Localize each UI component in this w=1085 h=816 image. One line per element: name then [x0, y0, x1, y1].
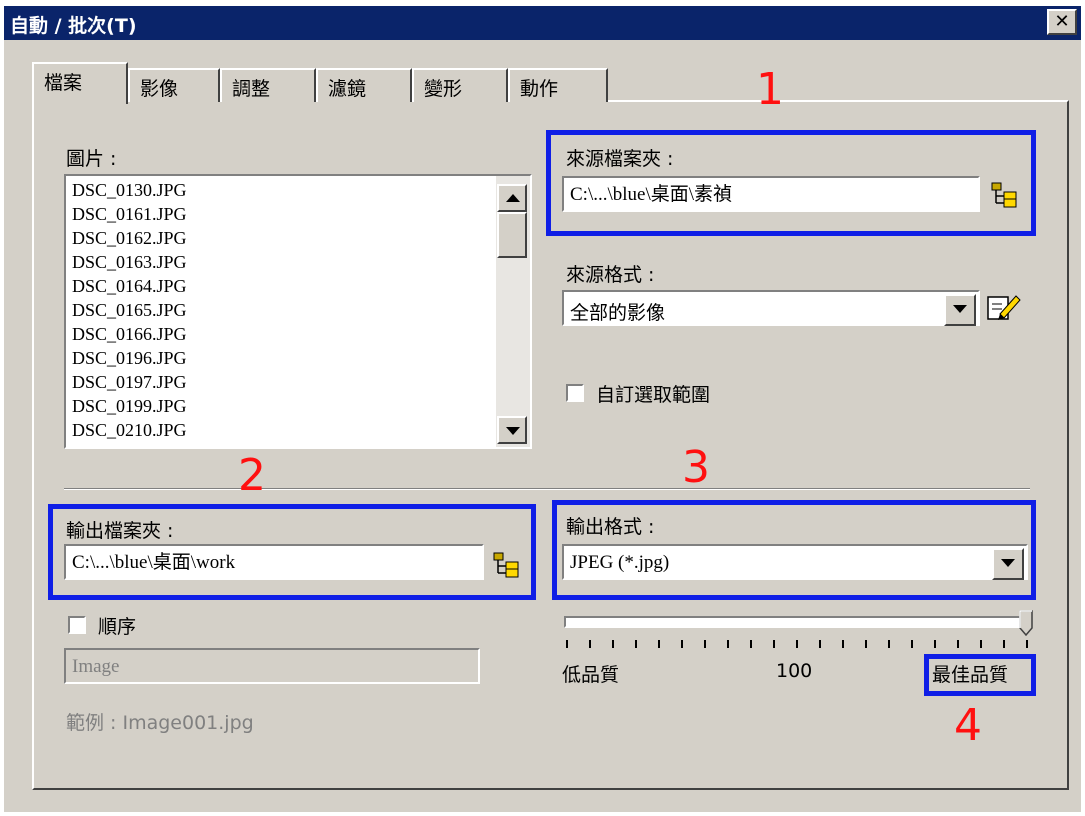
- highlight-box-source-folder: [546, 130, 1036, 236]
- source-format-label: 來源格式 :: [566, 264, 655, 286]
- list-item[interactable]: DSC_0164.JPG: [72, 276, 187, 296]
- tab-image[interactable]: 影像: [128, 68, 220, 102]
- slider-tick: [911, 640, 913, 648]
- output-format-label: 輸出格式 :: [566, 516, 655, 538]
- annotation-number-1: 1: [756, 64, 784, 115]
- list-item[interactable]: DSC_0197.JPG: [72, 372, 187, 392]
- output-format-value: JPEG (*.jpg): [570, 552, 670, 573]
- list-item[interactable]: DSC_0196.JPG: [72, 348, 187, 368]
- slider-tick: [1026, 640, 1028, 648]
- slider-tick: [980, 640, 982, 648]
- slider-tick: [727, 640, 729, 648]
- source-format-dropdown-button[interactable]: [944, 294, 976, 326]
- quality-value: 100: [776, 660, 813, 682]
- source-format-value: 全部的影像: [570, 302, 666, 324]
- highlight-box-best-quality: [924, 654, 1036, 696]
- tab-transform[interactable]: 變形: [412, 68, 508, 102]
- edit-format-icon[interactable]: [986, 292, 1022, 322]
- tab-action[interactable]: 動作: [508, 68, 608, 102]
- slider-tick: [796, 640, 798, 648]
- slider-tick: [865, 640, 867, 648]
- dialog-window: 自動 / 批次(T) ✕ 檔案 影像 調整 濾鏡 變形 動作 圖片 : DSC_…: [0, 0, 1085, 816]
- source-format-select[interactable]: 全部的影像: [562, 290, 980, 326]
- arrow-up-icon: [506, 194, 520, 202]
- output-folder-label: 輸出檔案夾 :: [66, 520, 174, 542]
- window-title: 自動 / 批次(T): [10, 15, 137, 37]
- slider-tick: [612, 640, 614, 648]
- list-item[interactable]: DSC_0162.JPG: [72, 228, 187, 248]
- slider-tick: [704, 640, 706, 648]
- slider-tick: [589, 640, 591, 648]
- list-item[interactable]: DSC_0165.JPG: [72, 300, 187, 320]
- scroll-up-button[interactable]: [497, 184, 527, 212]
- slider-tick: [750, 640, 752, 648]
- output-format-dropdown-button[interactable]: [992, 548, 1024, 580]
- output-folder-input[interactable]: C:\...\blue\桌面\work: [64, 544, 484, 580]
- chevron-down-icon: [953, 305, 967, 313]
- annotation-number-4: 4: [954, 700, 982, 751]
- slider-tick: [773, 640, 775, 648]
- filename-example: 範例 : Image001.jpg: [66, 712, 254, 734]
- close-button[interactable]: ✕: [1047, 9, 1077, 35]
- arrow-down-icon: [506, 427, 520, 435]
- slider-tick: [888, 640, 890, 648]
- sequence-label: 順序: [98, 616, 137, 638]
- slider-tick: [658, 640, 660, 648]
- list-item[interactable]: DSC_0210.JPG: [72, 420, 187, 440]
- sequence-checkbox[interactable]: [68, 616, 86, 634]
- filename-prefix-input[interactable]: Image: [64, 648, 480, 684]
- quality-slider-thumb[interactable]: [1019, 610, 1033, 637]
- scroll-thumb[interactable]: [497, 212, 527, 258]
- list-item[interactable]: DSC_0199.JPG: [72, 396, 187, 416]
- slider-tick: [957, 640, 959, 648]
- chevron-down-icon: [1001, 559, 1015, 567]
- slider-tick: [819, 640, 821, 648]
- low-quality-label: 低品質: [562, 664, 620, 686]
- custom-range-label: 自訂選取範圍: [596, 384, 711, 406]
- pictures-listbox[interactable]: DSC_0130.JPG DSC_0161.JPG DSC_0162.JPG D…: [64, 174, 532, 449]
- tab-adjust[interactable]: 調整: [220, 68, 316, 102]
- slider-tick: [842, 640, 844, 648]
- slider-tick: [635, 640, 637, 648]
- list-item[interactable]: DSC_0161.JPG: [72, 204, 187, 224]
- quality-slider-track[interactable]: [564, 616, 1030, 628]
- title-bar: [4, 6, 1081, 40]
- output-format-select[interactable]: JPEG (*.jpg): [562, 544, 1028, 580]
- list-item[interactable]: DSC_0130.JPG: [72, 180, 187, 200]
- tab-file[interactable]: 檔案: [32, 62, 128, 104]
- slider-tick: [934, 640, 936, 648]
- slider-tick: [566, 640, 568, 648]
- annotation-number-3: 3: [682, 442, 710, 493]
- folder-tree-icon[interactable]: [492, 550, 524, 578]
- section-divider: [64, 488, 1030, 490]
- annotation-number-2: 2: [238, 450, 266, 501]
- custom-range-checkbox[interactable]: [566, 384, 584, 402]
- slider-tick: [1003, 640, 1005, 648]
- slider-tick: [681, 640, 683, 648]
- tab-filter[interactable]: 濾鏡: [316, 68, 412, 102]
- pictures-label: 圖片 :: [66, 148, 117, 170]
- list-item[interactable]: DSC_0163.JPG: [72, 252, 187, 272]
- list-item[interactable]: DSC_0166.JPG: [72, 324, 187, 344]
- scroll-down-button[interactable]: [497, 416, 527, 444]
